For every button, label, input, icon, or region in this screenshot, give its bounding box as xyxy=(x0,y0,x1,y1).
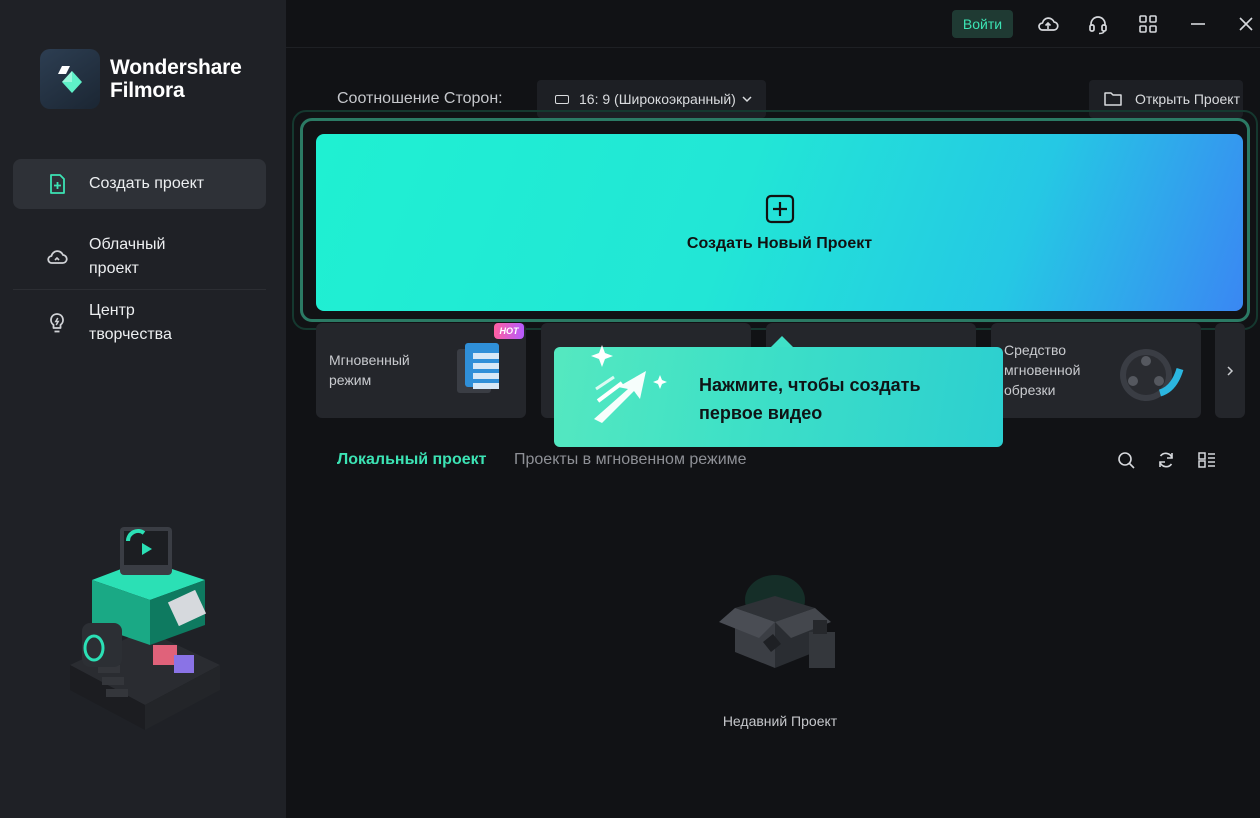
sidebar-item-label: Центр творчества xyxy=(89,299,172,347)
tab-instant-projects[interactable]: Проекты в мгновенном режиме xyxy=(514,451,747,469)
hot-badge: HOT xyxy=(494,323,524,339)
feature-label: Мгновенный режим xyxy=(329,350,410,390)
label-line: мгновенной xyxy=(1004,362,1081,378)
label-line: творчества xyxy=(89,326,172,343)
sidebar: Wondershare Filmora Создать проект Облач… xyxy=(0,0,286,818)
label-line: Средство xyxy=(1004,342,1067,358)
chevron-down-icon xyxy=(742,96,752,103)
tooltip-text: Нажмите, чтобы создать первое видео xyxy=(699,371,921,427)
list-view-icon[interactable] xyxy=(1197,450,1217,470)
empty-box-icon xyxy=(719,575,835,668)
feature-scroll-right-button[interactable] xyxy=(1215,323,1245,418)
plus-square-icon xyxy=(765,194,794,223)
login-button[interactable]: Войти xyxy=(952,10,1013,38)
cloud-icon xyxy=(47,250,68,264)
recent-project-label: Недавний Проект xyxy=(722,713,838,729)
close-icon[interactable] xyxy=(1234,12,1258,36)
refresh-icon[interactable] xyxy=(1156,450,1176,470)
tooltip-line: первое видео xyxy=(699,403,823,423)
sidebar-item-creative-center[interactable]: Центр творчества xyxy=(13,299,266,349)
topbar-divider xyxy=(286,47,1260,48)
feature-card-instant-cutter[interactable]: Средство мгновенной обрезки xyxy=(991,323,1201,418)
creative-illustration xyxy=(70,527,220,730)
create-new-project-label: Создать Новый Проект xyxy=(686,234,873,252)
sidebar-divider xyxy=(13,289,266,290)
sidebar-item-label: Облачный проект xyxy=(89,233,165,281)
label-line: Центр xyxy=(89,302,135,319)
folder-icon xyxy=(1104,92,1122,106)
headset-icon[interactable] xyxy=(1086,12,1110,36)
new-project-icon xyxy=(50,174,65,194)
cloud-upload-icon[interactable] xyxy=(1036,12,1060,36)
minimize-icon[interactable] xyxy=(1186,12,1210,36)
sidebar-item-create-project[interactable]: Создать проект xyxy=(13,159,266,209)
aspect-ratio-value: 16: 9 (Широкоэкранный) xyxy=(579,91,736,107)
search-icon[interactable] xyxy=(1116,450,1136,470)
feature-card-instant-mode[interactable]: Мгновенный режим HOT xyxy=(316,323,526,418)
app-name-line1: Wondershare xyxy=(110,56,242,79)
tooltip-line: Нажмите, чтобы создать xyxy=(699,375,921,395)
app-name: Wondershare Filmora xyxy=(110,56,242,102)
filmora-logo-icon xyxy=(40,49,100,109)
label-line: режим xyxy=(329,372,372,388)
sparkle-arrow-icon xyxy=(591,345,667,423)
chevron-right-icon xyxy=(1227,365,1234,376)
open-project-label: Открыть Проект xyxy=(1135,91,1240,107)
tab-local-project[interactable]: Локальный проект xyxy=(337,451,486,469)
sidebar-item-cloud-project[interactable]: Облачный проект xyxy=(13,233,266,283)
onboarding-tooltip[interactable]: Нажмите, чтобы создать первое видео xyxy=(554,345,1003,447)
lightbulb-icon xyxy=(50,313,64,333)
label-line: обрезки xyxy=(1004,382,1056,398)
instant-mode-icon xyxy=(457,343,499,393)
sidebar-item-label: Создать проект xyxy=(89,175,205,192)
app-name-line2: Filmora xyxy=(110,79,185,102)
create-new-project-button[interactable]: Создать Новый Проект xyxy=(316,134,1243,311)
label-line: Облачный xyxy=(89,236,166,253)
label-line: Мгновенный xyxy=(329,352,410,368)
aspect-ratio-label: Соотношение Сторон: xyxy=(337,90,503,107)
screen-ratio-icon xyxy=(555,94,569,104)
film-reel-icon xyxy=(1120,349,1184,401)
label-line: проект xyxy=(89,260,139,277)
grid-icon[interactable] xyxy=(1136,12,1160,36)
feature-label: Средство мгновенной обрезки xyxy=(1004,340,1080,400)
